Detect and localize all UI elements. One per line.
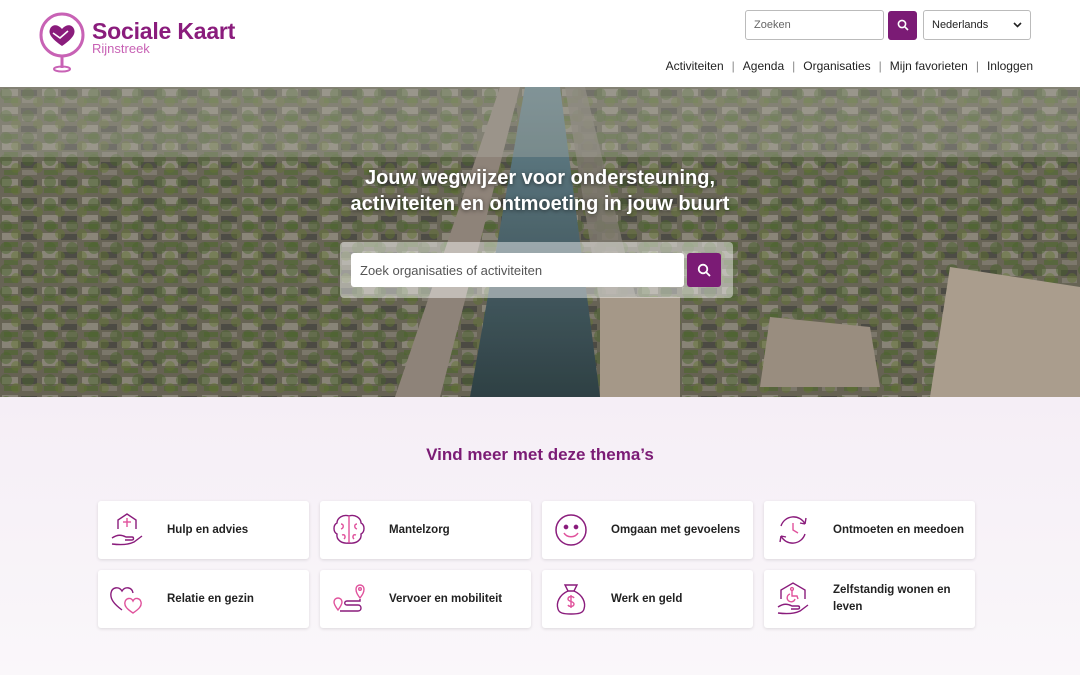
header-search: Nederlands <box>745 10 1031 40</box>
hero-title: Jouw wegwijzer voor ondersteuning, activ… <box>0 165 1080 217</box>
nav-agenda[interactable]: Agenda <box>743 59 784 73</box>
theme-label: Ontmoeten en meedoen <box>833 523 964 536</box>
logo-heart-pin-icon <box>39 12 85 73</box>
nav-separator: | <box>731 59 735 73</box>
hero-search-button[interactable] <box>687 253 721 287</box>
themes-section: Vind meer met deze thema’s Hulp en advie… <box>0 397 1080 675</box>
hero-search-input[interactable] <box>351 253 684 287</box>
nav-inloggen[interactable]: Inloggen <box>987 59 1033 73</box>
chevron-down-icon <box>1013 22 1022 28</box>
theme-card-omgaan-met-gevoelens[interactable]: Omgaan met gevoelens <box>542 501 753 559</box>
header-search-button[interactable] <box>888 10 917 40</box>
nav-separator: | <box>878 59 882 73</box>
theme-card-ontmoeten-en-meedoen[interactable]: Ontmoeten en meedoen <box>764 501 975 559</box>
language-selected: Nederlands <box>932 19 989 31</box>
themes-title: Vind meer met deze thema’s <box>426 445 654 464</box>
nav-organisaties[interactable]: Organisaties <box>803 59 870 73</box>
house-wheelchair-icon <box>773 579 813 619</box>
search-icon <box>897 19 909 31</box>
hero-title-line2: activiteiten en ontmoeting in jouw buurt <box>350 193 730 215</box>
nav-separator: | <box>975 59 979 73</box>
site-header: Sociale Kaart Rijnstreek Nederlands Acti… <box>0 0 1080 87</box>
search-icon <box>697 263 711 277</box>
theme-label: Relatie en gezin <box>167 592 254 605</box>
theme-label: Vervoer en mobiliteit <box>389 592 503 605</box>
hero-title-line1: Jouw wegwijzer voor ondersteuning, <box>364 167 716 189</box>
theme-card-relatie-en-gezin[interactable]: Relatie en gezin <box>98 570 309 628</box>
header-search-input[interactable] <box>745 10 884 40</box>
theme-label: Mantelzorg <box>389 523 450 536</box>
brain-icon <box>329 510 369 550</box>
hearts-icon <box>107 579 147 619</box>
hero-search <box>340 242 733 298</box>
theme-label: Hulp en advies <box>167 523 249 536</box>
money-bag-icon <box>551 579 591 619</box>
hand-house-icon <box>107 510 147 550</box>
logo[interactable]: Sociale Kaart Rijnstreek <box>38 12 235 74</box>
theme-label: Werk en geld <box>611 592 683 605</box>
theme-card-vervoer-en-mobiliteit[interactable]: Vervoer en mobiliteit <box>320 570 531 628</box>
language-select[interactable]: Nederlands <box>923 10 1031 40</box>
nav-separator: | <box>792 59 796 73</box>
nav-activiteiten[interactable]: Activiteiten <box>666 59 724 73</box>
theme-card-werk-en-geld[interactable]: Werk en geld <box>542 570 753 628</box>
nav-mijn-favorieten[interactable]: Mijn favorieten <box>890 59 968 73</box>
theme-label: Zelfstandig wonen en leven <box>833 584 951 613</box>
route-pin-icon <box>329 579 369 619</box>
clock-cycle-icon <box>773 510 813 550</box>
hero-banner: Jouw wegwijzer voor ondersteuning, activ… <box>0 87 1080 397</box>
main-nav: Activiteiten | Agenda | Organisaties | M… <box>666 59 1033 73</box>
smiley-icon <box>551 510 591 550</box>
theme-card-hulp-en-advies[interactable]: Hulp en advies <box>98 501 309 559</box>
theme-label: Omgaan met gevoelens <box>611 523 741 536</box>
theme-card-mantelzorg[interactable]: Mantelzorg <box>320 501 531 559</box>
theme-card-zelfstandig-wonen-en-leven[interactable]: Zelfstandig wonen en leven <box>764 570 975 628</box>
